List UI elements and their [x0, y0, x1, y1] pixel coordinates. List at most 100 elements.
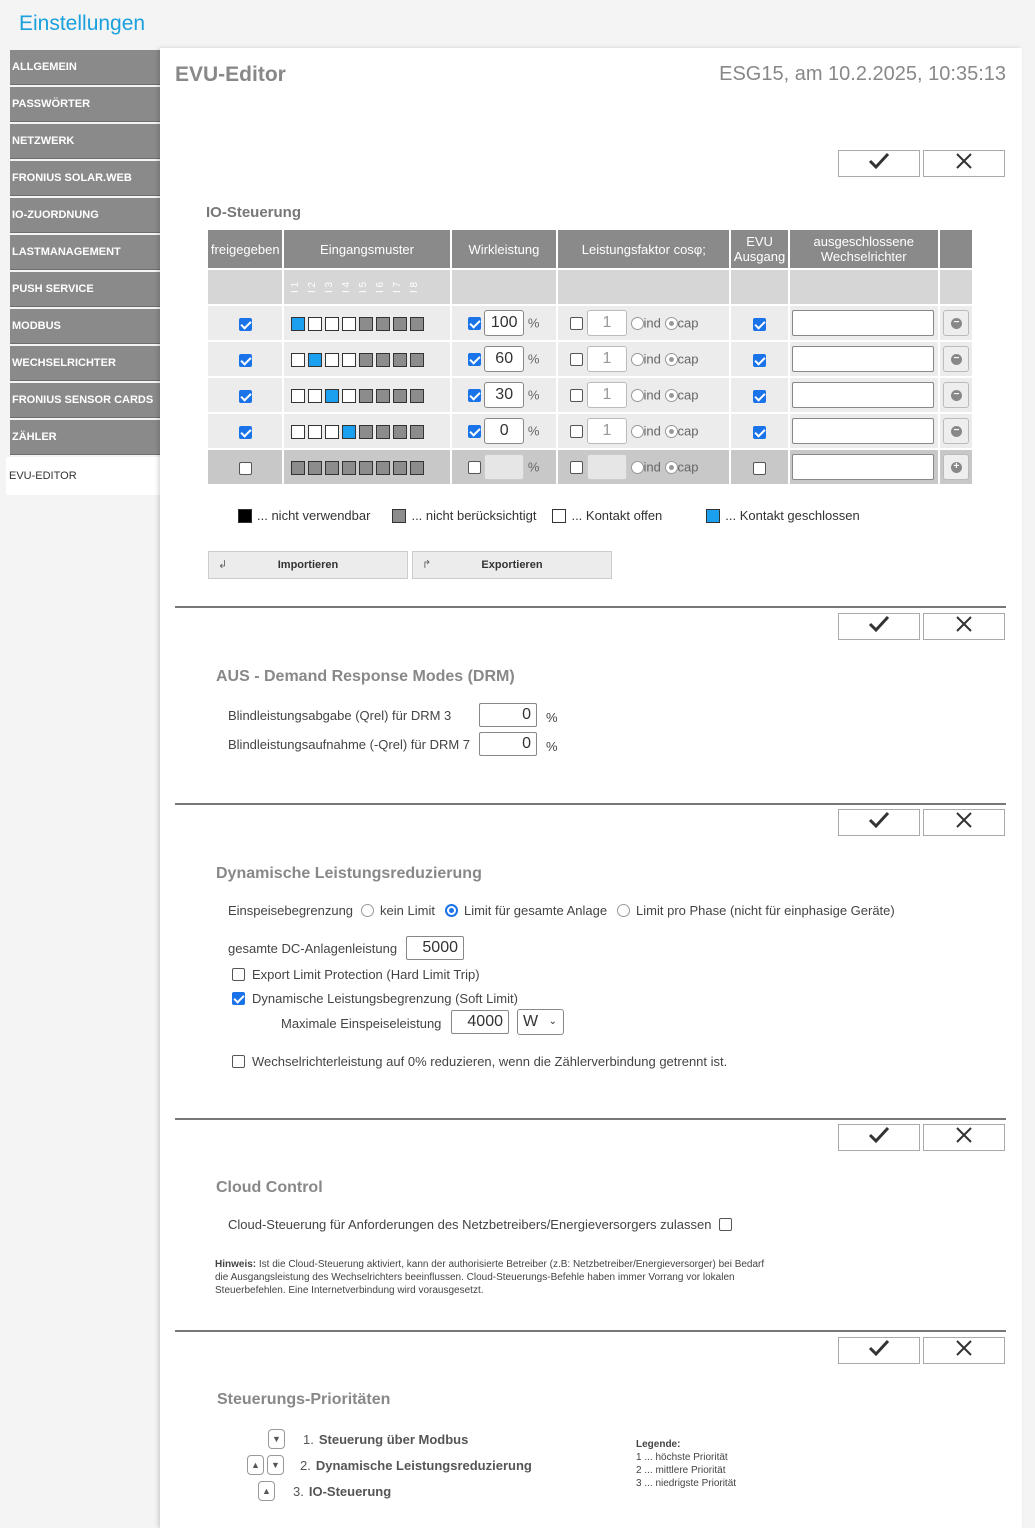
- sidebar-item-io-zuordnung[interactable]: IO-ZUORDNUNG: [10, 198, 160, 233]
- dyn-cancel-button[interactable]: [923, 809, 1005, 836]
- power-checkbox[interactable]: [467, 352, 481, 366]
- cosphi-input[interactable]: 1: [586, 382, 627, 408]
- pattern-square[interactable]: [376, 352, 391, 367]
- power-checkbox[interactable]: [467, 424, 481, 438]
- cosphi-input[interactable]: [586, 454, 627, 480]
- power-checkbox[interactable]: [467, 460, 481, 474]
- add-row-button[interactable]: +: [942, 454, 969, 480]
- cosphi-checkbox[interactable]: [570, 424, 584, 438]
- dc-power-input[interactable]: 5000: [406, 936, 464, 960]
- pattern-square[interactable]: [291, 424, 306, 439]
- sidebar-item-allgemein[interactable]: ALLGEMEIN: [10, 50, 160, 85]
- cosphi-input[interactable]: 1: [586, 346, 627, 372]
- pattern-square[interactable]: [359, 316, 374, 331]
- move-up-button[interactable]: ▲: [258, 1481, 275, 1501]
- drm-cancel-button[interactable]: [923, 613, 1005, 640]
- pattern-square[interactable]: [393, 352, 408, 367]
- drm-nqrel-input[interactable]: 0: [479, 732, 537, 756]
- evu-checkbox[interactable]: [753, 425, 767, 439]
- pattern-square[interactable]: [325, 352, 340, 367]
- cap-radio[interactable]: [664, 460, 678, 474]
- power-input[interactable]: 30: [484, 382, 525, 408]
- cosphi-checkbox[interactable]: [570, 352, 584, 366]
- pattern-square[interactable]: [376, 388, 391, 403]
- evu-checkbox[interactable]: [753, 389, 767, 403]
- remove-row-button[interactable]: −: [942, 346, 969, 372]
- pattern-square[interactable]: [325, 460, 340, 475]
- radio-phase-limit[interactable]: [617, 904, 631, 917]
- sidebar-item-sensor-cards[interactable]: FRONIUS SENSOR CARDS: [10, 383, 160, 418]
- pattern-square[interactable]: [291, 352, 306, 367]
- pattern-square[interactable]: [342, 352, 357, 367]
- cloud-cancel-button[interactable]: [923, 1124, 1005, 1151]
- cloud-allow-checkbox[interactable]: [719, 1218, 733, 1231]
- ind-radio[interactable]: [630, 316, 644, 330]
- power-input[interactable]: 100: [484, 310, 525, 336]
- pattern-square[interactable]: [325, 424, 340, 439]
- enabled-checkbox[interactable]: [238, 389, 252, 403]
- pattern-square[interactable]: [308, 316, 323, 331]
- power-checkbox[interactable]: [467, 388, 481, 402]
- pattern-square[interactable]: [410, 316, 425, 331]
- pattern-square[interactable]: [359, 424, 374, 439]
- pattern-square[interactable]: [393, 388, 408, 403]
- prio-confirm-button[interactable]: [838, 1337, 920, 1364]
- enabled-checkbox[interactable]: [238, 317, 252, 331]
- import-button[interactable]: ↲ Importieren: [208, 551, 408, 579]
- pattern-square[interactable]: [325, 316, 340, 331]
- prio-cancel-button[interactable]: [923, 1337, 1005, 1364]
- cosphi-checkbox[interactable]: [570, 460, 584, 474]
- cap-radio[interactable]: [664, 316, 678, 330]
- sidebar-item-wechselrichter[interactable]: WECHSELRICHTER: [10, 346, 160, 381]
- sidebar-item-passwoerter[interactable]: PASSWÖRTER: [10, 87, 160, 122]
- pattern-square[interactable]: [342, 316, 357, 331]
- pattern-square[interactable]: [359, 460, 374, 475]
- cosphi-input[interactable]: 1: [586, 418, 627, 444]
- ind-radio[interactable]: [630, 388, 644, 402]
- sidebar-item-evu-editor[interactable]: EVU-EDITOR: [6, 457, 160, 495]
- pattern-square[interactable]: [291, 316, 306, 331]
- cap-radio[interactable]: [664, 388, 678, 402]
- evu-checkbox[interactable]: [753, 317, 767, 331]
- radio-total-limit[interactable]: [444, 904, 458, 917]
- excluded-inverters-input[interactable]: [791, 418, 934, 444]
- pattern-square[interactable]: [342, 424, 357, 439]
- enabled-checkbox[interactable]: [238, 353, 252, 367]
- soft-limit-checkbox[interactable]: [232, 992, 245, 1005]
- pattern-square[interactable]: [410, 388, 425, 403]
- pattern-square[interactable]: [342, 388, 357, 403]
- excluded-inverters-input[interactable]: [791, 454, 934, 480]
- hard-limit-checkbox[interactable]: [232, 968, 245, 981]
- pattern-square[interactable]: [393, 424, 408, 439]
- pattern-square[interactable]: [308, 460, 323, 475]
- pattern-square[interactable]: [393, 460, 408, 475]
- ind-radio[interactable]: [630, 424, 644, 438]
- export-button[interactable]: ↱ Exportieren: [412, 551, 612, 579]
- evu-checkbox[interactable]: [753, 461, 767, 475]
- radio-no-limit[interactable]: [361, 904, 375, 917]
- cosphi-checkbox[interactable]: [570, 316, 584, 330]
- io-confirm-button[interactable]: [838, 150, 920, 177]
- pattern-square[interactable]: [393, 316, 408, 331]
- pattern-square[interactable]: [308, 424, 323, 439]
- pattern-square[interactable]: [308, 388, 323, 403]
- move-down-button[interactable]: ▼: [268, 1429, 285, 1449]
- pattern-square[interactable]: [376, 316, 391, 331]
- sidebar-item-solar-web[interactable]: FRONIUS SOLAR.WEB: [10, 161, 160, 196]
- move-up-button[interactable]: ▲: [247, 1455, 264, 1475]
- sidebar-item-modbus[interactable]: MODBUS: [10, 309, 160, 344]
- evu-checkbox[interactable]: [753, 353, 767, 367]
- ind-radio[interactable]: [630, 352, 644, 366]
- sidebar-item-netzwerk[interactable]: NETZWERK: [10, 124, 160, 159]
- cosphi-input[interactable]: 1: [586, 310, 627, 336]
- power-checkbox[interactable]: [467, 316, 481, 330]
- pattern-square[interactable]: [410, 460, 425, 475]
- cap-radio[interactable]: [664, 424, 678, 438]
- enabled-checkbox[interactable]: [238, 461, 252, 475]
- power-input[interactable]: 60: [484, 346, 525, 372]
- cloud-confirm-button[interactable]: [838, 1124, 920, 1151]
- excluded-inverters-input[interactable]: [791, 346, 934, 372]
- pattern-square[interactable]: [376, 424, 391, 439]
- power-input[interactable]: 0: [484, 418, 525, 444]
- remove-row-button[interactable]: −: [942, 310, 969, 336]
